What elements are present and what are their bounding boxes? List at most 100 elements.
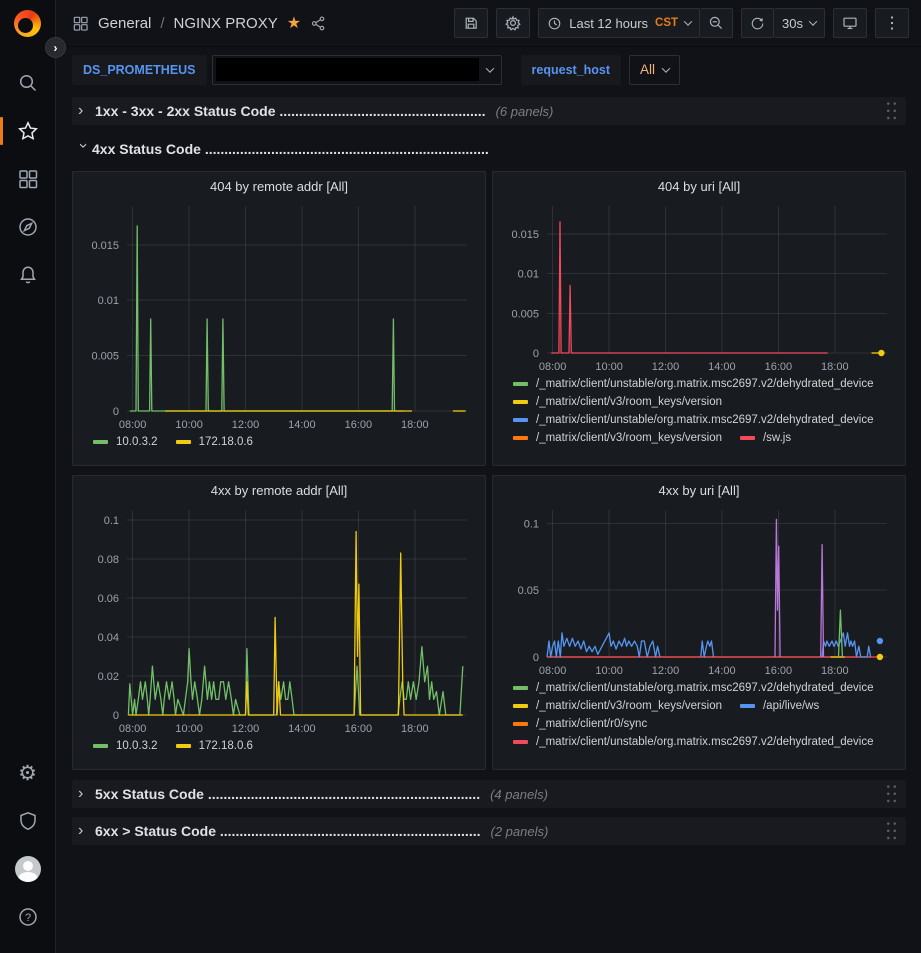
svg-text:18:00: 18:00 <box>821 665 849 677</box>
dashboard-settings-button[interactable] <box>496 8 530 38</box>
svg-text:?: ? <box>24 912 30 924</box>
legend-item[interactable]: /_matrix/client/v3/room_keys/version <box>513 432 722 444</box>
variable-value-ds-prometheus[interactable] <box>212 55 502 85</box>
variable-label-ds-prometheus: DS_PROMETHEUS <box>72 55 207 85</box>
panel-title[interactable]: 404 by uri [All] <box>501 176 897 198</box>
legend-item[interactable]: /_matrix/client/v3/room_keys/version <box>513 396 722 408</box>
svg-text:0.015: 0.015 <box>91 240 119 252</box>
panel-title[interactable]: 4xx by uri [All] <box>501 480 897 502</box>
timezone-label: CST <box>655 17 678 29</box>
svg-text:0.05: 0.05 <box>518 585 539 597</box>
refresh-controls: 30s <box>741 8 825 38</box>
chevron-down-icon <box>662 64 670 72</box>
row-header-4xx[interactable]: › 4xx Status Code ......................… <box>72 135 906 163</box>
legend-item[interactable]: /sw.js <box>740 432 791 444</box>
more-options-button[interactable]: ⋮ <box>875 8 909 38</box>
svg-text:0.01: 0.01 <box>518 269 539 281</box>
legend-item[interactable]: /_matrix/client/unstable/org.matrix.msc2… <box>513 736 874 748</box>
row-title: 5xx Status Code ........................… <box>95 786 480 802</box>
panel-title[interactable]: 4xx by remote addr [All] <box>81 480 477 502</box>
legend-item[interactable]: 172.18.0.6 <box>176 740 253 752</box>
variable-selected-value: All <box>640 62 655 77</box>
legend-item[interactable]: /api/live/ws <box>740 700 819 712</box>
favorite-star-icon[interactable]: ★ <box>287 13 301 33</box>
row-drag-handle[interactable] <box>885 100 898 122</box>
bell-icon <box>17 264 39 286</box>
row-header-6xx[interactable]: › 6xx > Status Code ....................… <box>72 817 906 845</box>
refresh-button[interactable] <box>741 8 774 38</box>
svg-text:0.08: 0.08 <box>98 554 119 566</box>
toolbar: Last 12 hours CST 30s <box>454 8 909 38</box>
row-panel-count: (2 panels) <box>491 824 549 839</box>
star-icon <box>17 120 39 142</box>
legend-item[interactable]: /_matrix/client/unstable/org.matrix.msc2… <box>513 682 874 694</box>
legend-item[interactable]: 172.18.0.6 <box>176 436 253 448</box>
zoom-out-time-button[interactable] <box>700 8 733 38</box>
variable-value-request-host[interactable]: All <box>629 55 680 85</box>
panel-title[interactable]: 404 by remote addr [All] <box>81 176 477 198</box>
sidebar-item-explore[interactable] <box>8 207 48 247</box>
sidebar-item-dashboards[interactable] <box>8 159 48 199</box>
sidebar-item-profile[interactable] <box>8 849 48 889</box>
svg-text:16:00: 16:00 <box>345 419 373 431</box>
chevron-right-icon: › <box>78 103 95 119</box>
grafana-app: ⚙ ? › General / NGINX PROXY ★ <box>0 0 921 953</box>
legend-item[interactable]: /_matrix/client/unstable/org.matrix.msc2… <box>513 414 874 426</box>
row-panel-count: (4 panels) <box>490 787 548 802</box>
dashboard-canvas: › 1xx - 3xx - 2xx Status Code ..........… <box>56 92 921 953</box>
row-header-5xx[interactable]: › 5xx Status Code ......................… <box>72 780 906 808</box>
panel-404-by-remote-addr: 404 by remote addr [All] 00.0050.010.015… <box>72 171 486 466</box>
gear-icon: ⚙ <box>18 763 37 784</box>
svg-text:0.06: 0.06 <box>98 593 119 605</box>
legend-item[interactable]: /_matrix/client/unstable/org.matrix.msc2… <box>513 378 874 390</box>
help-icon: ? <box>17 906 39 928</box>
svg-text:12:00: 12:00 <box>652 361 680 373</box>
legend-item[interactable]: 10.0.3.2 <box>93 436 158 448</box>
timeseries-chart[interactable]: 00.050.108:0010:0012:0014:0016:0018:00 <box>501 502 897 679</box>
chevron-down-icon <box>809 17 817 25</box>
sidebar-bottom: ⚙ ? <box>8 749 48 941</box>
timeseries-chart[interactable]: 00.0050.010.01508:0010:0012:0014:0016:00… <box>501 198 897 375</box>
svg-text:18:00: 18:00 <box>821 361 849 373</box>
share-icon[interactable] <box>310 15 327 32</box>
redacted-value <box>216 58 479 81</box>
svg-text:08:00: 08:00 <box>539 665 567 677</box>
svg-text:16:00: 16:00 <box>765 665 793 677</box>
svg-text:0.015: 0.015 <box>511 229 539 241</box>
row-title: 1xx - 3xx - 2xx Status Code ............… <box>95 103 486 119</box>
sidebar-item-search[interactable] <box>8 63 48 103</box>
row-header-1xx-3xx-2xx[interactable]: › 1xx - 3xx - 2xx Status Code ..........… <box>72 97 906 125</box>
compass-icon <box>17 216 39 238</box>
breadcrumb: General / NGINX PROXY ★ <box>72 13 327 33</box>
chevron-down-icon <box>485 64 493 72</box>
svg-text:0.005: 0.005 <box>91 351 119 363</box>
time-range-picker[interactable]: Last 12 hours CST <box>538 8 700 38</box>
save-dashboard-button[interactable] <box>454 8 488 38</box>
row-drag-handle[interactable] <box>885 783 898 805</box>
svg-text:0.04: 0.04 <box>98 632 119 644</box>
svg-text:08:00: 08:00 <box>119 723 147 735</box>
chevron-down-icon: › <box>75 143 91 157</box>
refresh-interval-label: 30s <box>782 16 803 31</box>
legend-item[interactable]: /_matrix/client/r0/sync <box>513 718 647 730</box>
breadcrumb-section[interactable]: General <box>98 15 151 32</box>
dashboard-variables-bar: DS_PROMETHEUS request_host All <box>56 47 921 92</box>
svg-text:0: 0 <box>113 406 119 418</box>
timeseries-chart[interactable]: 00.0050.010.01508:0010:0012:0014:0016:00… <box>81 198 477 433</box>
grafana-logo[interactable] <box>14 10 41 37</box>
legend-item[interactable]: 10.0.3.2 <box>93 740 158 752</box>
active-indicator <box>0 117 3 145</box>
sidebar-item-configuration[interactable]: ⚙ <box>8 753 48 793</box>
sidebar-item-starred[interactable] <box>8 111 48 151</box>
cycle-view-mode-button[interactable] <box>833 8 867 38</box>
refresh-interval-picker[interactable]: 30s <box>774 8 825 38</box>
row-drag-handle[interactable] <box>885 820 898 842</box>
breadcrumb-dashboard-title[interactable]: NGINX PROXY <box>174 15 278 32</box>
svg-text:0: 0 <box>533 348 539 360</box>
legend-item[interactable]: /_matrix/client/v3/room_keys/version <box>513 700 722 712</box>
sidebar-expand-button[interactable]: › <box>45 37 66 58</box>
sidebar-item-server-admin[interactable] <box>8 801 48 841</box>
timeseries-chart[interactable]: 00.020.040.060.080.108:0010:0012:0014:00… <box>81 502 477 737</box>
sidebar-item-alerting[interactable] <box>8 255 48 295</box>
sidebar-item-help[interactable]: ? <box>8 897 48 937</box>
